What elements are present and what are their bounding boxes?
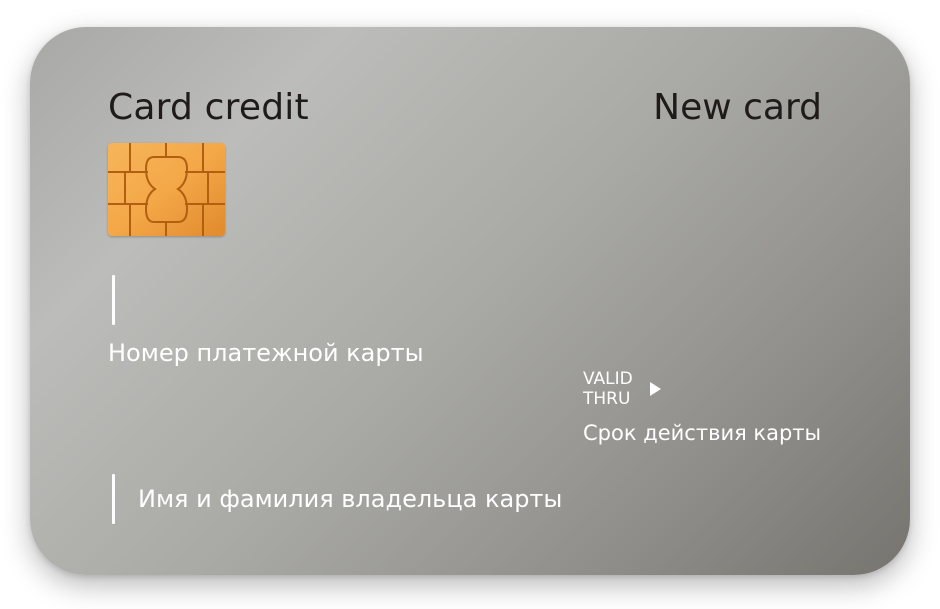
card-number-label: Номер платежной карты xyxy=(108,339,424,367)
triangle-right-icon xyxy=(650,382,661,396)
credit-card: Card credit New card Номер платежной кар… xyxy=(30,27,910,575)
expiry-date-input[interactable] xyxy=(670,367,820,411)
card-brand: New card xyxy=(653,87,822,128)
emv-chip-icon xyxy=(108,143,225,236)
valid-thru-line1: VALID xyxy=(583,369,633,389)
valid-thru-label: VALID THRU xyxy=(583,369,633,409)
expiry-date-label: Срок действия карты xyxy=(583,421,822,445)
card-number-cursor xyxy=(112,275,115,325)
card-title: Card credit xyxy=(108,87,309,128)
cardholder-name-input[interactable] xyxy=(138,474,838,524)
valid-thru-line2: THRU xyxy=(583,389,631,409)
cardholder-name-cursor xyxy=(112,474,115,524)
card-number-input[interactable] xyxy=(122,273,682,327)
